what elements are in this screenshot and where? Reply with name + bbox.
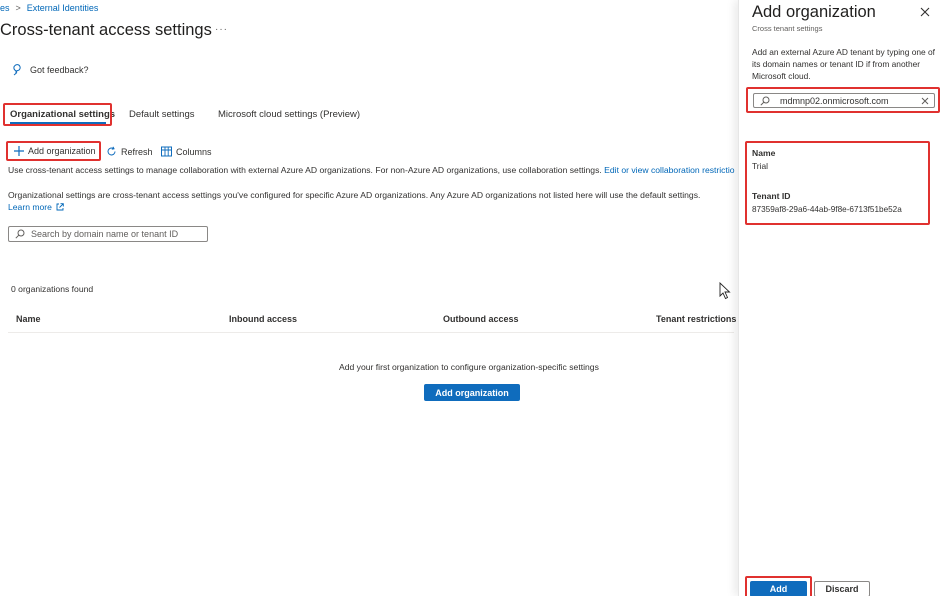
highlight-box — [6, 141, 101, 161]
breadcrumb: es > External Identities — [0, 3, 98, 13]
tab-microsoft-cloud-settings[interactable]: Microsoft cloud settings (Preview) — [218, 109, 360, 120]
table-header-divider — [8, 332, 734, 333]
tab-default-settings[interactable]: Default settings — [129, 109, 194, 120]
results-count: 0 organizations found — [11, 284, 94, 294]
refresh-command[interactable]: Refresh — [106, 146, 153, 157]
add-organization-button[interactable]: Add organization — [424, 384, 520, 401]
description-line-1: Use cross-tenant access settings to mana… — [8, 165, 735, 175]
columns-command[interactable]: Columns — [161, 146, 212, 157]
panel-subtitle: Cross tenant settings — [752, 24, 823, 33]
panel-instructions: Add an external Azure AD tenant by typin… — [752, 47, 935, 81]
panel-title: Add organization — [752, 3, 876, 21]
add-organization-panel: Add organization Cross tenant settings A… — [738, 0, 941, 596]
breadcrumb-separator: > — [15, 3, 21, 13]
search-icon — [15, 229, 25, 239]
column-header-tenant-restrictions[interactable]: Tenant restrictions — [656, 314, 736, 324]
page-title: Cross-tenant access settings — [0, 21, 212, 39]
external-link-icon — [56, 203, 64, 211]
columns-label: Columns — [176, 146, 212, 157]
close-icon[interactable] — [920, 7, 930, 17]
highlight-box — [746, 87, 940, 113]
columns-icon — [161, 146, 172, 157]
more-options-button[interactable]: ··· — [215, 24, 228, 35]
empty-state-message: Add your first organization to configure… — [339, 362, 599, 372]
description-line-2: Organizational settings are cross-tenant… — [8, 190, 701, 200]
refresh-icon — [106, 146, 117, 157]
column-header-outbound-access[interactable]: Outbound access — [443, 314, 519, 324]
feedback-button[interactable]: Got feedback? — [12, 64, 89, 76]
breadcrumb-prev[interactable]: es — [0, 3, 10, 13]
feedback-label: Got feedback? — [30, 65, 89, 75]
learn-more-label: Learn more — [8, 202, 52, 212]
description-text: Use cross-tenant access settings to mana… — [8, 165, 602, 175]
learn-more-link[interactable]: Learn more — [8, 202, 64, 212]
column-header-inbound-access[interactable]: Inbound access — [229, 314, 297, 324]
breadcrumb-external-identities[interactable]: External Identities — [27, 3, 99, 13]
mouse-cursor-icon — [719, 282, 731, 300]
highlight-box — [745, 576, 812, 596]
highlight-box — [745, 141, 930, 225]
main-content: es > External Identities Cross-tenant ac… — [0, 0, 738, 596]
column-header-name[interactable]: Name — [16, 314, 41, 324]
refresh-label: Refresh — [121, 146, 153, 157]
search-box[interactable] — [8, 226, 208, 242]
discard-button[interactable]: Discard — [814, 581, 870, 596]
search-input[interactable] — [31, 229, 207, 239]
feedback-icon — [12, 64, 24, 76]
collaboration-restrictions-link[interactable]: Edit or view collaboration restrictio — [604, 165, 734, 175]
highlight-box — [3, 103, 112, 126]
